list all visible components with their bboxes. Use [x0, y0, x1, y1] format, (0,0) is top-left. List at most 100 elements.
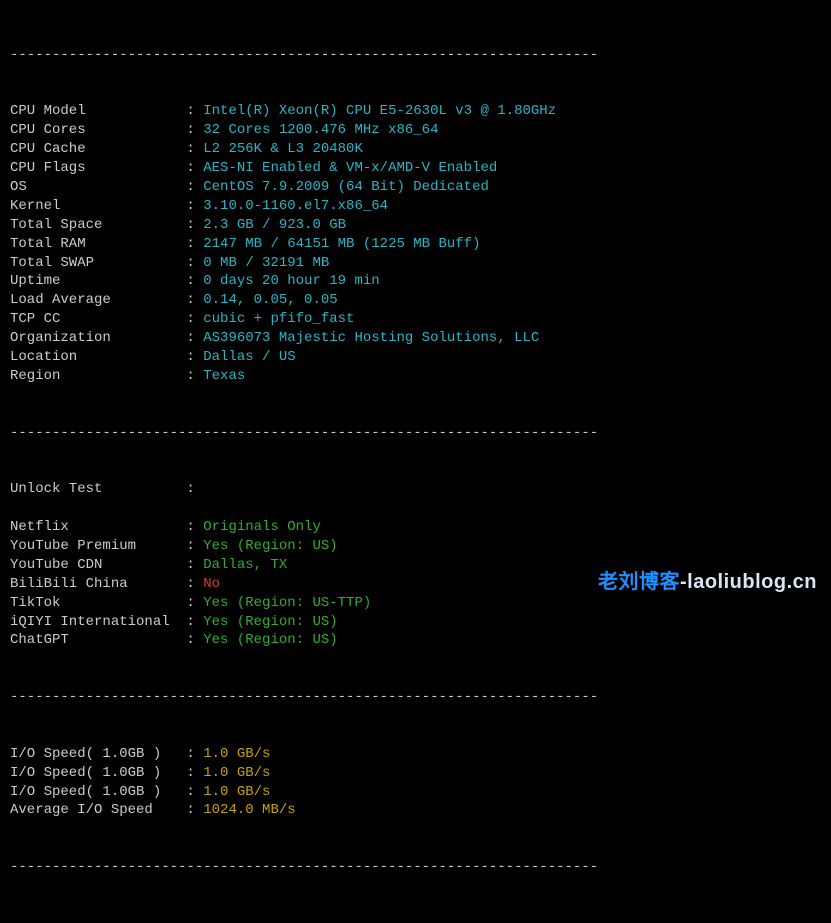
row-value: Yes (Region: US) [203, 614, 337, 630]
info-row: Total SWAP: 0 MB / 32191 MB [10, 254, 821, 273]
colon: : [186, 595, 203, 611]
row-value: Yes (Region: US) [203, 538, 337, 554]
row-label: TikTok [10, 594, 186, 613]
unlock-header: Unlock Test [10, 480, 186, 499]
row-label: Total Space [10, 216, 186, 235]
row-label: I/O Speed( 1.0GB ) [10, 764, 186, 783]
row-label: CPU Cache [10, 140, 186, 159]
row-value: 1024.0 MB/s [203, 802, 295, 818]
row-value: 3.10.0-1160.el7.x86_64 [203, 198, 388, 214]
row-value: Yes (Region: US) [203, 632, 337, 648]
colon: : [186, 292, 203, 308]
colon: : [186, 160, 203, 176]
info-row: TikTok: Yes (Region: US-TTP) [10, 594, 821, 613]
row-label: Netflix [10, 518, 186, 537]
info-row: Total RAM: 2147 MB / 64151 MB (1225 MB B… [10, 235, 821, 254]
colon: : [186, 255, 203, 271]
divider: ----------------------------------------… [10, 424, 821, 443]
divider: ----------------------------------------… [10, 46, 821, 65]
row-label: CPU Flags [10, 159, 186, 178]
colon: : [186, 368, 203, 384]
info-row: Region: Texas [10, 367, 821, 386]
row-value: 32 Cores 1200.476 MHz x86_64 [203, 122, 438, 138]
row-label: Uptime [10, 272, 186, 291]
row-value: Originals Only [203, 519, 321, 535]
row-value: Dallas, TX [203, 557, 287, 573]
row-label: OS [10, 178, 186, 197]
colon: : [186, 179, 203, 195]
colon: : [186, 519, 203, 535]
row-label: CPU Cores [10, 121, 186, 140]
row-label: I/O Speed( 1.0GB ) [10, 783, 186, 802]
row-label: ChatGPT [10, 631, 186, 650]
info-row: I/O Speed( 1.0GB ): 1.0 GB/s [10, 783, 821, 802]
colon: : [186, 349, 203, 365]
row-label: I/O Speed( 1.0GB ) [10, 745, 186, 764]
info-row: Total Space: 2.3 GB / 923.0 GB [10, 216, 821, 235]
info-row: CPU Cores: 32 Cores 1200.476 MHz x86_64 [10, 121, 821, 140]
row-label: YouTube Premium [10, 537, 186, 556]
row-value: No [203, 576, 220, 592]
colon: : [186, 141, 203, 157]
info-row: Uptime: 0 days 20 hour 19 min [10, 272, 821, 291]
row-value: CentOS 7.9.2009 (64 Bit) Dedicated [203, 179, 489, 195]
info-row: Organization: AS396073 Majestic Hosting … [10, 329, 821, 348]
info-row: Load Average: 0.14, 0.05, 0.05 [10, 291, 821, 310]
colon: : [186, 103, 203, 119]
colon: : [186, 802, 203, 818]
colon: : [186, 330, 203, 346]
divider: ----------------------------------------… [10, 858, 821, 877]
colon: : [186, 236, 203, 252]
io-speed-section: I/O Speed( 1.0GB ): 1.0 GB/sI/O Speed( 1… [10, 745, 821, 821]
info-row: I/O Speed( 1.0GB ): 1.0 GB/s [10, 745, 821, 764]
info-row: CPU Model: Intel(R) Xeon(R) CPU E5-2630L… [10, 102, 821, 121]
row-value: 0 days 20 hour 19 min [203, 273, 379, 289]
colon: : [186, 122, 203, 138]
row-value: 2.3 GB / 923.0 GB [203, 217, 346, 233]
row-value: Yes (Region: US-TTP) [203, 595, 371, 611]
row-label: BiliBili China [10, 575, 186, 594]
info-row: CPU Flags: AES-NI Enabled & VM-x/AMD-V E… [10, 159, 821, 178]
row-label: YouTube CDN [10, 556, 186, 575]
info-row: Netflix: Originals Only [10, 518, 821, 537]
info-row: Location: Dallas / US [10, 348, 821, 367]
divider: ----------------------------------------… [10, 688, 821, 707]
row-value: L2 256K & L3 20480K [203, 141, 363, 157]
row-value: 1.0 GB/s [203, 784, 270, 800]
info-row: YouTube CDN: Dallas, TX [10, 556, 821, 575]
colon: : [186, 576, 203, 592]
unlock-header-row: Unlock Test: [10, 480, 821, 499]
row-label: Load Average [10, 291, 186, 310]
info-row: CPU Cache: L2 256K & L3 20480K [10, 140, 821, 159]
info-row: Average I/O Speed: 1024.0 MB/s [10, 801, 821, 820]
row-value: cubic + pfifo_fast [203, 311, 354, 327]
info-row: Kernel: 3.10.0-1160.el7.x86_64 [10, 197, 821, 216]
colon: : [186, 614, 203, 630]
row-value: 0 MB / 32191 MB [203, 255, 329, 271]
colon: : [186, 746, 203, 762]
terminal-output: ----------------------------------------… [0, 0, 831, 923]
row-label: Organization [10, 329, 186, 348]
row-label: Kernel [10, 197, 186, 216]
row-value: 1.0 GB/s [203, 746, 270, 762]
row-label: Location [10, 348, 186, 367]
info-row: I/O Speed( 1.0GB ): 1.0 GB/s [10, 764, 821, 783]
colon: : [186, 538, 203, 554]
info-row: ChatGPT: Yes (Region: US) [10, 631, 821, 650]
info-row: OS: CentOS 7.9.2009 (64 Bit) Dedicated [10, 178, 821, 197]
colon: : [186, 217, 203, 233]
colon: : [186, 557, 203, 573]
unlock-test-section: Netflix: Originals OnlyYouTube Premium: … [10, 518, 821, 650]
row-label: Region [10, 367, 186, 386]
info-row: TCP CC: cubic + pfifo_fast [10, 310, 821, 329]
colon: : [186, 632, 203, 648]
colon: : [186, 273, 203, 289]
colon: : [186, 198, 203, 214]
row-value: 1.0 GB/s [203, 765, 270, 781]
row-value: 0.14, 0.05, 0.05 [203, 292, 337, 308]
row-label: Total RAM [10, 235, 186, 254]
row-value: AS396073 Majestic Hosting Solutions, LLC [203, 330, 539, 346]
row-label: TCP CC [10, 310, 186, 329]
row-value: AES-NI Enabled & VM-x/AMD-V Enabled [203, 160, 497, 176]
info-row: BiliBili China: No [10, 575, 821, 594]
